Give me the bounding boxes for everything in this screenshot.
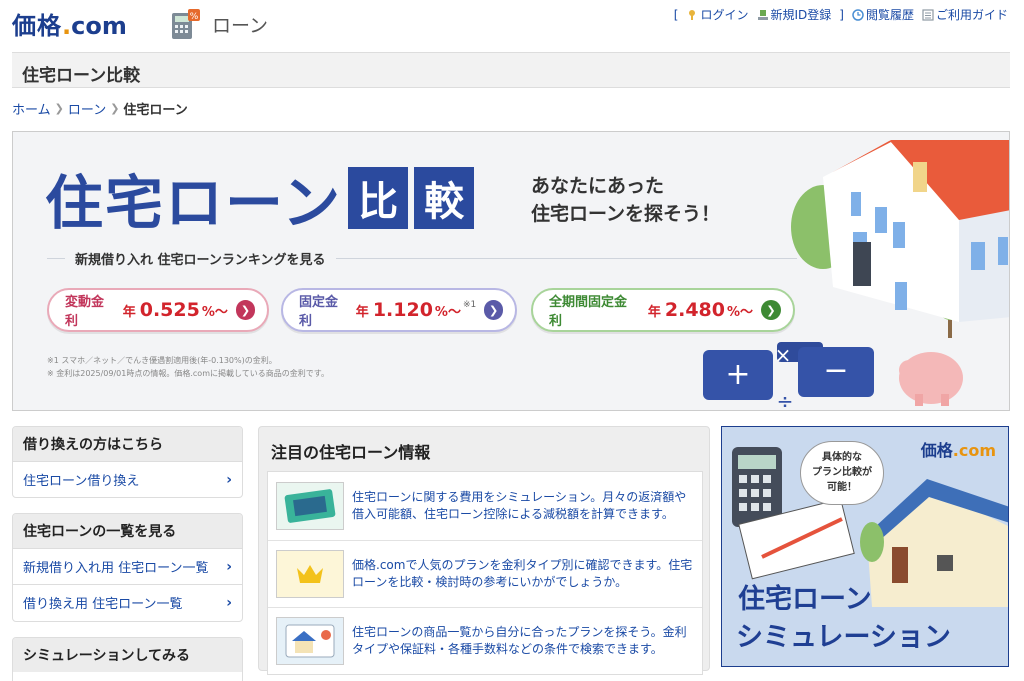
chevron-right-icon: ❯ — [761, 300, 781, 320]
history-icon — [852, 8, 864, 21]
featured-item-ranking[interactable]: 価格.comで人気のプランを金利タイプ別に確認できます。住宅ローンを比較・検討時… — [268, 540, 702, 607]
guide-link[interactable]: ご利用ガイド — [922, 6, 1008, 23]
featured-list: 住宅ローンに関する費用をシミュレーション。月々の返済額や借入可能額、住宅ローン控… — [267, 471, 703, 675]
chevron-right-icon: ❯ — [54, 102, 64, 115]
utility-links: [ ログイン 新規ID登録 ] 閲覧履歴 ご利用ガイド — [673, 6, 1008, 23]
chevron-right-icon: ❯ — [235, 300, 255, 320]
calculator-icon: % — [172, 9, 200, 39]
section-name[interactable]: ローン — [212, 11, 268, 38]
calculator-icon — [284, 489, 336, 523]
simulation-ad-banner[interactable]: 価格.com 具体的な プラン比較が 可能！ 住宅ローン シミュレーション — [721, 426, 1009, 667]
simulation-box: シミュレーションしてみる — [12, 637, 243, 681]
guide-icon — [922, 8, 934, 21]
chevron-right-icon: › — [226, 594, 232, 611]
rate-footnotes: ※1 スマホ／ネット／でんき優遇割適用後(年-0.130%)の金利。 ※ 金利は… — [47, 356, 329, 378]
page-title: 住宅ローン比較 — [22, 66, 141, 86]
sidebar-item-new-loan-list[interactable]: 新規借り入れ用 住宅ローン一覧 › — [13, 548, 242, 584]
hero-banner: + − × ÷ 住宅ローン 比 較 あなたにあった 住宅ローンを探そう！ 新規借… — [12, 131, 1010, 411]
full-term-fixed-rate-button[interactable]: 全期間固定金利 年 2.480 %〜 ❯ — [531, 288, 795, 332]
featured-item-product-list[interactable]: 住宅ローンの商品一覧から自分に合ったプランを探そう。金利タイプや保証料・各種手数… — [268, 607, 702, 674]
featured-heading: 注目の住宅ローン情報 — [271, 443, 431, 462]
refinance-heading: 借り換えの方はこちら — [13, 427, 242, 461]
house-icon — [285, 624, 335, 658]
loan-list-heading: 住宅ローンの一覧を見る — [13, 514, 242, 548]
chevron-right-icon: › — [226, 471, 232, 488]
chevron-right-icon: ❯ — [110, 102, 120, 115]
thumbnail — [276, 617, 344, 665]
hero-subtitle: あなたにあった 住宅ローンを探そう！ — [531, 175, 721, 225]
breadcrumb-loan[interactable]: ローン — [68, 99, 106, 118]
chevron-right-icon: › — [226, 558, 232, 575]
svg-text:÷: ÷ — [777, 389, 794, 411]
breadcrumb-current: 住宅ローン — [123, 103, 188, 118]
hero-title: 住宅ローン 比 較 — [45, 156, 475, 240]
crown-icon — [297, 565, 323, 583]
top-bar: 価格. com % ローン [ ログイン 新規ID登録 ] 閲覧履歴 ご利用ガイド — [0, 0, 1024, 48]
sidebar-item-refinance-loan-list[interactable]: 借り換え用 住宅ローン一覧 › — [13, 584, 242, 620]
register-icon — [757, 9, 768, 20]
breadcrumb-home[interactable]: ホーム — [12, 99, 51, 118]
history-link[interactable]: 閲覧履歴 — [852, 6, 914, 23]
featured-info-panel: 注目の住宅ローン情報 住宅ローンに関する費用をシミュレーション。月々の返済額や借… — [258, 426, 710, 675]
key-icon — [689, 9, 696, 20]
thumbnail — [276, 550, 344, 598]
svg-text:×: × — [775, 343, 792, 367]
chevron-right-icon: ❯ — [484, 300, 503, 320]
speech-bubble: 具体的な プラン比較が 可能！ — [800, 441, 884, 505]
kakaku-logo[interactable]: 価格. com — [12, 6, 127, 41]
register-link[interactable]: 新規ID登録 — [757, 6, 831, 23]
variable-rate-button[interactable]: 変動金利 年 0.525 %〜 ❯ — [47, 288, 269, 332]
loan-list-box: 住宅ローンの一覧を見る 新規借り入れ用 住宅ローン一覧 › 借り換え用 住宅ロー… — [12, 513, 243, 622]
page-title-bar: 住宅ローン比較 — [12, 52, 1010, 88]
svg-text:+: + — [725, 357, 750, 392]
login-link[interactable]: ログイン — [686, 6, 749, 23]
refinance-box: 借り換えの方はこちら 住宅ローン借り換え › — [12, 426, 243, 498]
sidebar-item-refinance[interactable]: 住宅ローン借り換え › — [13, 461, 242, 497]
ad-title-line2: シミュレーション — [736, 622, 951, 653]
svg-text:−: − — [823, 353, 848, 388]
svg-text:%: % — [190, 12, 199, 22]
ad-title-line1: 住宅ローン — [738, 584, 872, 615]
fixed-rate-button[interactable]: 固定金利 年 1.120 %〜 ※1 ❯ — [281, 288, 517, 332]
ranking-label: 新規借り入れ 住宅ローンランキングを見る — [65, 249, 336, 268]
breadcrumb: ホーム ❯ ローン ❯ 住宅ローン — [12, 99, 188, 118]
kakaku-logo: 価格.com — [920, 441, 996, 460]
thumbnail — [276, 482, 344, 530]
featured-item-simulation[interactable]: 住宅ローンに関する費用をシミュレーション。月々の返済額や借入可能額、住宅ローン控… — [268, 472, 702, 540]
simulation-heading: シミュレーションしてみる — [13, 638, 242, 672]
